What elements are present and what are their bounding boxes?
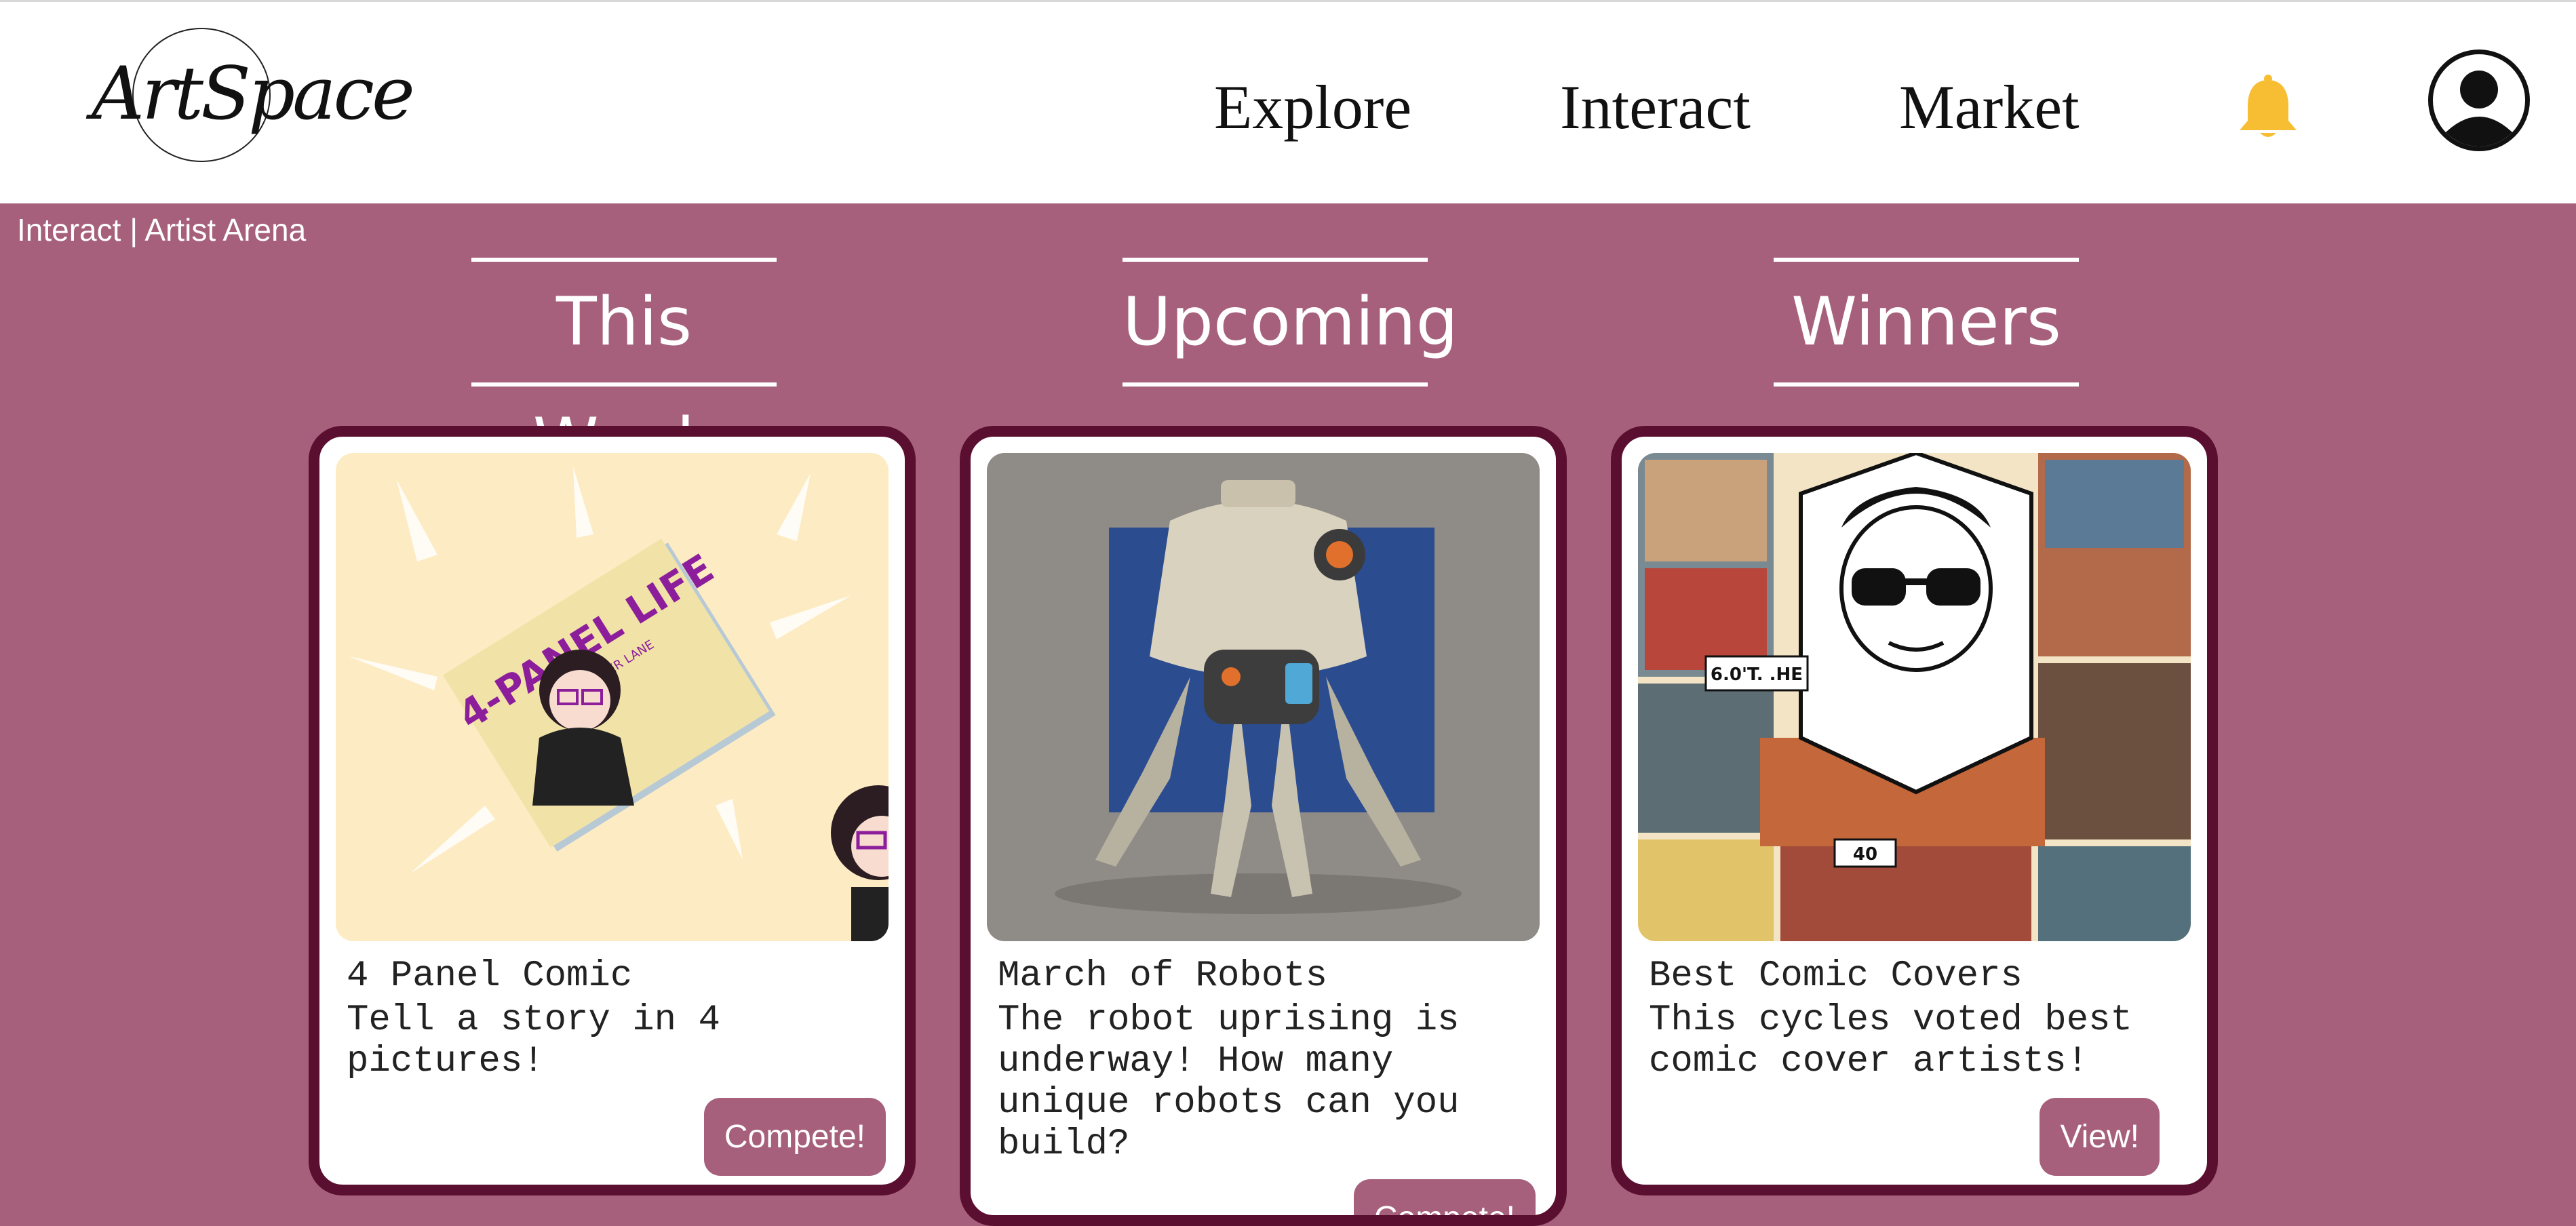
card-title: Best Comic Covers xyxy=(1649,955,2023,997)
challenge-card-4-panel-comic: 4-PANEL LIFE BY JENNIFER LANE 4 Panel Co… xyxy=(309,426,916,1195)
view-button[interactable]: View! xyxy=(2040,1098,2160,1176)
nav-interact[interactable]: Interact xyxy=(1560,66,1751,148)
user-avatar-icon[interactable] xyxy=(2428,50,2530,151)
robot-illustration xyxy=(987,453,1540,941)
tab-winners[interactable]: Winners xyxy=(1774,258,2079,387)
card-description: Tell a story in 4 pictures! xyxy=(347,1000,720,1082)
bell-icon[interactable] xyxy=(2237,73,2299,141)
breadcrumb: Interact | Artist Arena xyxy=(17,212,307,248)
artspace-logo[interactable]: ArtSpace xyxy=(92,26,415,162)
comic-badge-2: 40 xyxy=(1853,844,1877,865)
comic-badge: 6.0'T. .HE xyxy=(1711,665,1803,685)
card-title: 4 Panel Comic xyxy=(347,955,633,997)
compete-button[interactable]: Compete! xyxy=(1353,1179,1536,1215)
logo-text: ArtSpace xyxy=(92,52,415,136)
challenge-card-best-comic-covers: 6.0'T. .HE 40 Best Comic Covers This cyc… xyxy=(1611,426,2218,1195)
compete-button[interactable]: Compete! xyxy=(703,1098,886,1176)
top-navigation-bar: ArtSpace Explore Interact Market xyxy=(0,0,2576,203)
tab-upcoming[interactable]: Upcoming xyxy=(1123,258,1458,387)
card-description: The robot uprising is underway! How many… xyxy=(998,1000,1460,1165)
comic-book-illustration: 4-PANEL LIFE BY JENNIFER LANE xyxy=(336,453,889,941)
nav-explore[interactable]: Explore xyxy=(1214,66,1411,148)
nav-market[interactable]: Market xyxy=(1899,66,2080,148)
tab-this-week[interactable]: This Week xyxy=(471,258,777,481)
card-title: March of Robots xyxy=(998,955,1328,997)
comic-collage-illustration: 6.0'T. .HE 40 xyxy=(1638,453,2191,941)
card-description: This cycles voted best comic cover artis… xyxy=(1649,1000,2132,1082)
challenge-card-march-of-robots: March of Robots The robot uprising is un… xyxy=(960,426,1567,1226)
